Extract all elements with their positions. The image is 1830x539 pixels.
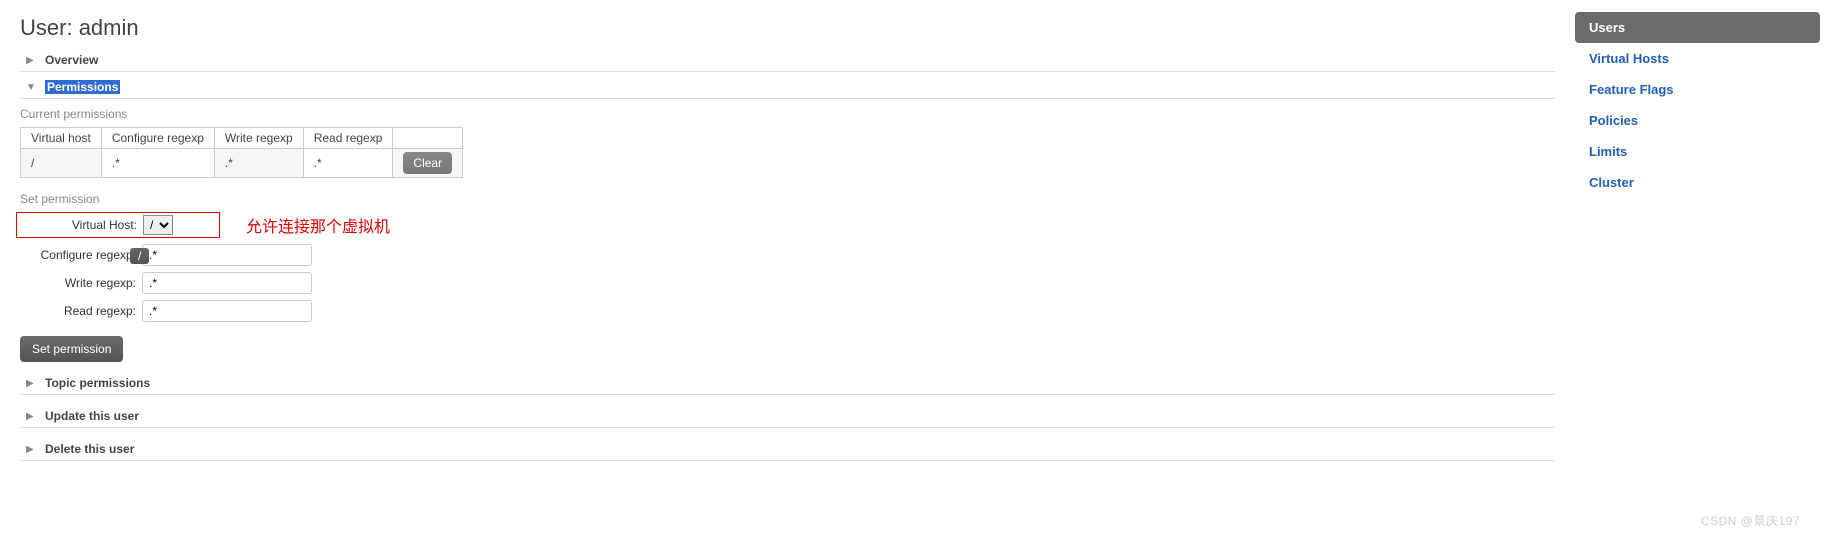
table-header-row: Virtual host Configure regexp Write rege… bbox=[21, 128, 463, 149]
col-read: Read regexp bbox=[303, 128, 393, 149]
read-input[interactable] bbox=[142, 300, 312, 322]
vhost-field-label: Virtual Host: bbox=[21, 218, 143, 232]
set-permission-button[interactable]: Set permission bbox=[20, 336, 123, 362]
vhost-tooltip: / bbox=[130, 248, 149, 264]
vhost-highlight-box: Virtual Host: / bbox=[16, 212, 220, 238]
chevron-right-icon: ▶ bbox=[26, 55, 40, 66]
cell-vhost: / bbox=[21, 149, 102, 178]
col-action bbox=[393, 128, 463, 149]
read-field-label: Read regexp: bbox=[20, 304, 142, 318]
section-overview-title: Overview bbox=[45, 53, 98, 67]
section-permissions-body: Current permissions Virtual host Configu… bbox=[20, 107, 1555, 362]
clear-button[interactable]: Clear bbox=[403, 152, 452, 174]
section-topic-permissions-title: Topic permissions bbox=[45, 376, 150, 390]
cell-read: .* bbox=[303, 149, 393, 178]
section-delete-user-header[interactable]: ▶ Delete this user bbox=[20, 438, 1555, 461]
sidebar-item-policies[interactable]: Policies bbox=[1575, 105, 1820, 136]
chevron-right-icon: ▶ bbox=[26, 444, 40, 455]
right-sidebar: Users Virtual Hosts Feature Flags Polici… bbox=[1575, 12, 1820, 481]
chevron-down-icon: ▼ bbox=[26, 82, 40, 93]
annotation-text: 允许连接那个虚拟机 bbox=[246, 213, 390, 237]
page-title-name: admin bbox=[79, 15, 139, 40]
sidebar-item-virtual-hosts[interactable]: Virtual Hosts bbox=[1575, 43, 1820, 74]
sidebar-item-cluster[interactable]: Cluster bbox=[1575, 167, 1820, 198]
chevron-right-icon: ▶ bbox=[26, 378, 40, 389]
cell-action: Clear bbox=[393, 149, 463, 178]
write-input[interactable] bbox=[142, 272, 312, 294]
configure-field-label: Configure regexp: bbox=[20, 248, 142, 262]
section-topic-permissions-header[interactable]: ▶ Topic permissions bbox=[20, 372, 1555, 395]
vhost-select[interactable]: / bbox=[143, 215, 173, 235]
table-row: / .* .* .* Clear bbox=[21, 149, 463, 178]
current-permissions-label: Current permissions bbox=[20, 107, 1555, 121]
col-configure: Configure regexp bbox=[101, 128, 214, 149]
section-update-user-header[interactable]: ▶ Update this user bbox=[20, 405, 1555, 428]
sidebar-item-users[interactable]: Users bbox=[1575, 12, 1820, 43]
section-permissions-title: Permissions bbox=[45, 80, 120, 94]
page-title: User: admin bbox=[20, 15, 1555, 41]
col-write: Write regexp bbox=[214, 128, 303, 149]
cell-configure: .* bbox=[101, 149, 214, 178]
sidebar-item-limits[interactable]: Limits bbox=[1575, 136, 1820, 167]
section-overview-header[interactable]: ▶ Overview bbox=[20, 49, 1555, 72]
current-permissions-table: Virtual host Configure regexp Write rege… bbox=[20, 127, 463, 178]
configure-input[interactable] bbox=[142, 244, 312, 266]
sidebar-item-feature-flags[interactable]: Feature Flags bbox=[1575, 74, 1820, 105]
section-delete-user-title: Delete this user bbox=[45, 442, 134, 456]
cell-write: .* bbox=[214, 149, 303, 178]
chevron-right-icon: ▶ bbox=[26, 411, 40, 422]
page-title-prefix: User: bbox=[20, 15, 79, 40]
watermark-text: CSDN @景庆197 bbox=[1701, 512, 1800, 529]
section-update-user-title: Update this user bbox=[45, 409, 139, 423]
set-permission-label: Set permission bbox=[20, 192, 1555, 206]
section-permissions-header[interactable]: ▼ Permissions bbox=[20, 76, 1555, 99]
col-vhost: Virtual host bbox=[21, 128, 102, 149]
write-field-label: Write regexp: bbox=[20, 276, 142, 290]
